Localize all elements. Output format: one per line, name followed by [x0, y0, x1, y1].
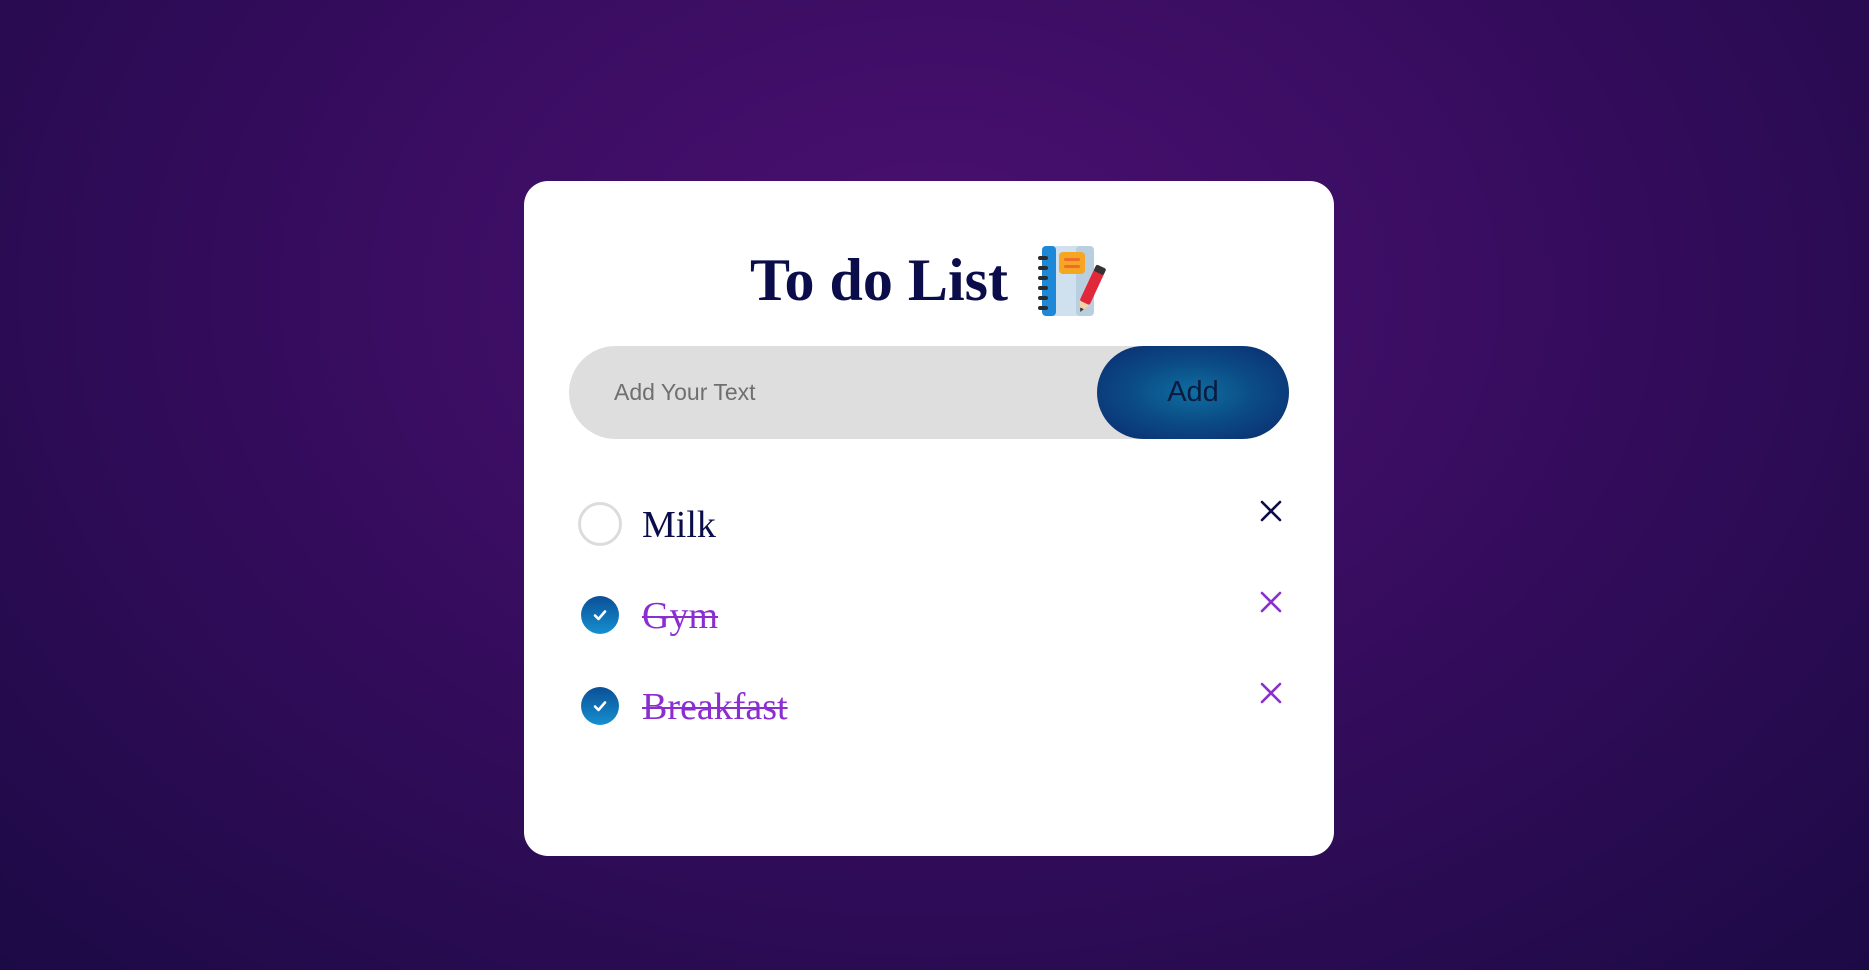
- add-task-bar: Add: [569, 345, 1289, 440]
- task-item[interactable]: Gym: [578, 585, 1282, 676]
- task-item[interactable]: Breakfast: [578, 676, 1282, 767]
- task-list: Milk Gym Breakfast: [578, 494, 1282, 767]
- close-icon[interactable]: [1254, 585, 1288, 619]
- task-text: Gym: [642, 595, 718, 637]
- check-icon: [593, 701, 607, 712]
- checkbox-unchecked[interactable]: [578, 502, 622, 546]
- checkbox-checked[interactable]: [581, 687, 619, 725]
- close-icon[interactable]: [1254, 494, 1288, 528]
- close-icon[interactable]: [1254, 676, 1288, 710]
- check-icon: [593, 610, 607, 621]
- task-text: Breakfast: [642, 686, 788, 728]
- add-button[interactable]: Add: [1097, 346, 1289, 439]
- todo-card: To do List Add Your Text Add Milk Gym Br…: [524, 181, 1334, 856]
- task-item[interactable]: Milk: [578, 494, 1282, 585]
- task-input[interactable]: [569, 345, 1097, 440]
- notebook-pencil-icon: [1032, 242, 1108, 318]
- page-title: To do List: [750, 247, 1008, 313]
- task-text: Milk: [642, 504, 716, 546]
- title-row: To do List: [524, 235, 1334, 325]
- checkbox-checked[interactable]: [581, 596, 619, 634]
